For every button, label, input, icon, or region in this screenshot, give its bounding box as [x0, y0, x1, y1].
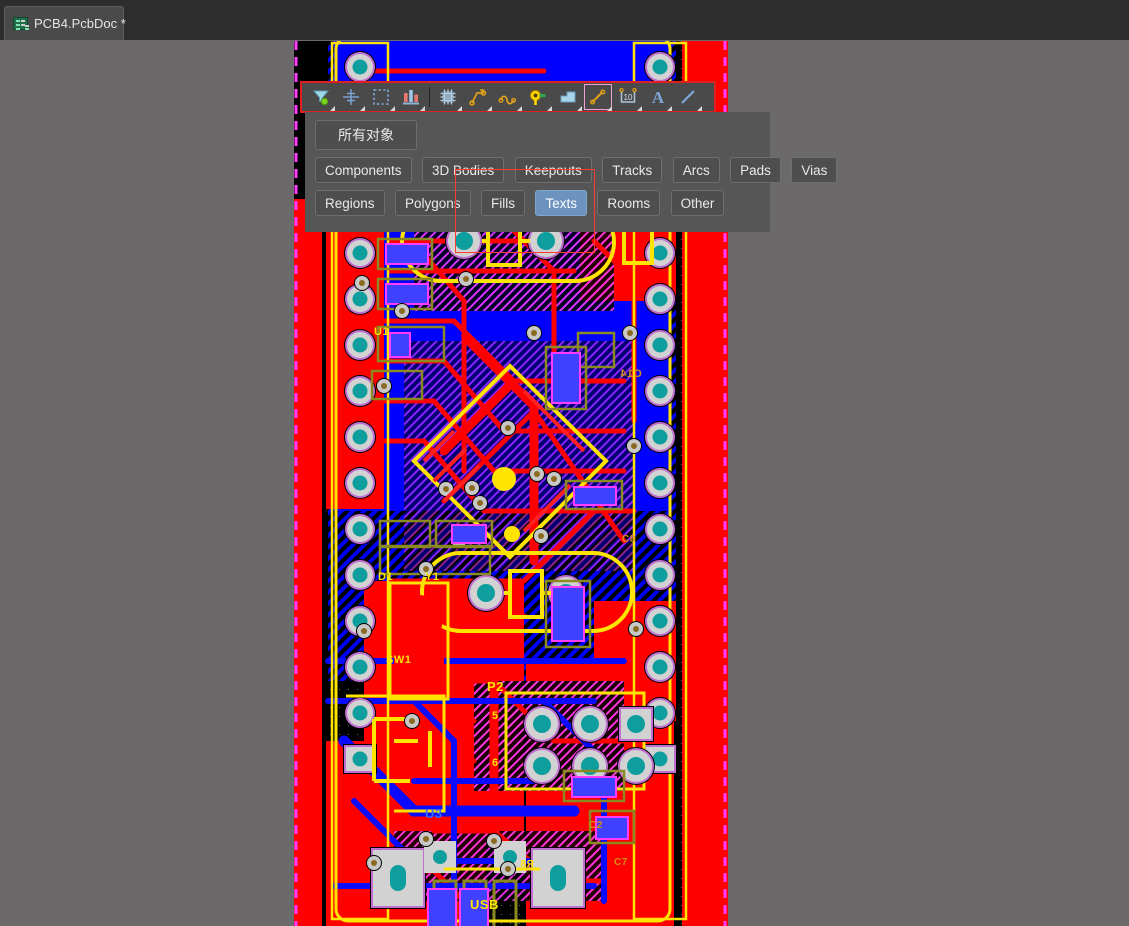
- dashed-rectangle-icon[interactable]: [366, 83, 396, 111]
- filter-row-all: 所有对象: [315, 120, 770, 157]
- title-bar: PCB4.PcbDoc *: [0, 0, 1129, 40]
- filter-row-1: Components 3D Bodies Keepouts Tracks Arc…: [315, 157, 838, 190]
- filter-3d-bodies[interactable]: 3D Bodies: [422, 157, 505, 183]
- layer-bars-icon[interactable]: [396, 83, 426, 111]
- line-route-selected-icon[interactable]: [583, 83, 613, 111]
- filter-components[interactable]: Components: [315, 157, 412, 183]
- filter-tracks[interactable]: Tracks: [602, 157, 663, 183]
- workspace: U1 C14 D1 Y1 SW1 P2 5 6 U3 USB R8 C7 C2 …: [0, 40, 1129, 926]
- filter-all-objects[interactable]: 所有对象: [315, 120, 417, 150]
- svg-text:A: A: [652, 88, 665, 107]
- filter-pads[interactable]: Pads: [730, 157, 781, 183]
- track-route-icon[interactable]: [463, 83, 493, 111]
- text-a-icon[interactable]: A: [643, 83, 673, 111]
- document-tab[interactable]: PCB4.PcbDoc *: [4, 6, 126, 40]
- filter-texts[interactable]: Texts: [535, 190, 587, 216]
- object-filter-popup[interactable]: 所有对象 Components 3D Bodies Keepouts Track…: [305, 112, 838, 232]
- arc-wave-icon[interactable]: [493, 83, 523, 111]
- filter-row-2: Regions Polygons Fills Texts Rooms Other: [315, 190, 770, 223]
- polygon-pour-icon[interactable]: [553, 83, 583, 111]
- filter-arcs[interactable]: Arcs: [672, 157, 720, 183]
- filter-rooms[interactable]: Rooms: [597, 190, 661, 216]
- diagonal-line-icon[interactable]: [673, 83, 703, 111]
- pcb-drawing-toolbar[interactable]: 10 A: [300, 81, 716, 113]
- via-key-icon[interactable]: [523, 83, 553, 111]
- filter-other[interactable]: Other: [670, 190, 725, 216]
- document-tab-label: PCB4.PcbDoc *: [34, 16, 126, 31]
- svg-text:10: 10: [624, 93, 633, 102]
- filter-regions[interactable]: Regions: [315, 190, 385, 216]
- filter-fills[interactable]: Fills: [480, 190, 525, 216]
- toolbar-separator: [429, 87, 430, 107]
- crosshair-origin-icon[interactable]: [336, 83, 366, 111]
- ic-chip-icon[interactable]: [433, 83, 463, 111]
- filter-vias[interactable]: Vias: [791, 157, 838, 183]
- dimension-10-icon[interactable]: 10: [613, 83, 643, 111]
- filter-funnel-icon[interactable]: [306, 83, 336, 111]
- pcb-document-icon: [13, 17, 28, 30]
- filter-polygons[interactable]: Polygons: [394, 190, 471, 216]
- filter-keepouts[interactable]: Keepouts: [514, 157, 592, 183]
